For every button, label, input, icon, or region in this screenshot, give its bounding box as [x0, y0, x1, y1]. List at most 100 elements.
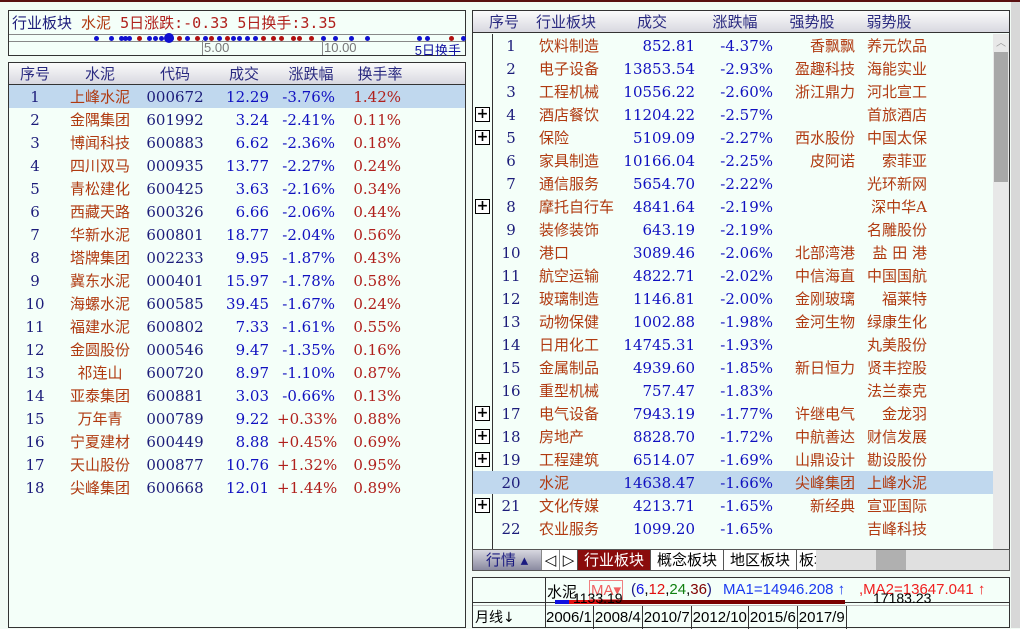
scrollbar-thumb[interactable]	[994, 52, 1008, 182]
column-header[interactable]: 强势股	[773, 11, 851, 32]
table-row[interactable]: 1 上峰水泥 000672 12.29 -3.76% 1.42%	[9, 85, 465, 108]
strong-stock[interactable]: 尖峰集团	[777, 472, 855, 493]
table-row[interactable]: 17 电气设备 7943.19 -1.77% 许继电气 金龙羽	[473, 402, 993, 425]
scroll-up-icon[interactable]: ︿	[993, 34, 1009, 49]
column-header[interactable]: 行业板块	[525, 11, 607, 32]
strong-stock[interactable]: 北部湾港	[777, 242, 855, 263]
table-row[interactable]: 12 金圆股份 000546 9.47 -1.35% 0.16%	[9, 338, 465, 361]
weak-stock[interactable]: 勘设股份	[855, 449, 931, 470]
table-row[interactable]: 15 万年青 000789 9.22 +0.33% 0.88%	[9, 407, 465, 430]
weak-stock[interactable]: 养元饮品	[855, 35, 931, 56]
table-row[interactable]: 3 工程机械 10556.22 -2.60% 浙江鼎力 河北宣工	[473, 80, 993, 103]
horizontal-scrollbar[interactable]	[816, 550, 1009, 570]
tab-sector-more[interactable]: 板块	[796, 550, 817, 570]
tab-prev-button[interactable]: ◁	[541, 550, 559, 570]
table-row[interactable]: 19 工程建筑 6514.07 -1.69% 山鼎设计 勘设股份	[473, 448, 993, 471]
table-row[interactable]: 14 亚泰集团 600881 3.03 -0.66% 0.13%	[9, 384, 465, 407]
strong-stock[interactable]: 西水股份	[777, 127, 855, 148]
table-row[interactable]: 4 酒店餐饮 11204.22 -2.57% 首旅酒店	[473, 103, 993, 126]
table-row[interactable]: 10 港口 3089.46 -2.06% 北部湾港盐 田 港	[473, 241, 993, 264]
table-row[interactable]: 11 福建水泥 600802 7.33 -1.61% 0.55%	[9, 315, 465, 338]
column-header[interactable]: 代码	[139, 63, 211, 84]
weak-stock[interactable]: 光环新网	[855, 173, 931, 194]
weak-stock[interactable]: 中国太保	[855, 127, 931, 148]
table-row[interactable]: 21 文化传媒 4213.71 -1.65% 新经典 宣亚国际	[473, 494, 993, 517]
table-row[interactable]: 13 动物保健 1002.88 -1.98% 金河生物 绿康生化	[473, 310, 993, 333]
strong-stock[interactable]: 新日恒力	[777, 357, 855, 378]
table-row[interactable]: 8 塔牌集团 002233 9.95 -1.87% 0.43%	[9, 246, 465, 269]
weak-stock[interactable]: 河北宣工	[855, 81, 931, 102]
table-row[interactable]: 17 天山股份 000877 10.76 +1.32% 0.95%	[9, 453, 465, 476]
table-row[interactable]: 7 华新水泥 600801 18.77 -2.04% 0.56%	[9, 223, 465, 246]
table-row[interactable]: 6 家具制造 10166.04 -2.25% 皮阿诺 索菲亚	[473, 149, 993, 172]
strong-stock[interactable]: 山鼎设计	[777, 449, 855, 470]
weak-stock[interactable]: 吉峰科技	[855, 518, 931, 539]
scrollbar-thumb[interactable]	[876, 550, 907, 570]
table-row[interactable]: 16 宁夏建材 600449 8.88 +0.45% 0.69%	[9, 430, 465, 453]
table-row[interactable]: 22 农业服务 1099.20 -1.65% 吉峰科技	[473, 517, 993, 540]
weak-stock[interactable]: 法兰泰克	[855, 380, 931, 401]
table-row[interactable]: 1 饮料制造 852.81 -4.37% 香飘飘 养元饮品	[473, 34, 993, 57]
table-row[interactable]: 11 航空运输 4822.71 -2.02% 中信海直 中国国航	[473, 264, 993, 287]
weak-stock[interactable]: 中国国航	[855, 265, 931, 286]
table-row[interactable]: 2 电子设备 13853.54 -2.93% 盈趣科技 海能实业	[473, 57, 993, 80]
table-row[interactable]: 9 装修装饰 643.19 -2.19% 名雕股份	[473, 218, 993, 241]
strong-stock[interactable]: 许继电气	[777, 403, 855, 424]
strong-stock[interactable]: 香飘飘	[777, 35, 855, 56]
weak-stock[interactable]: 首旅酒店	[855, 104, 931, 125]
table-row[interactable]: 10 海螺水泥 600585 39.45 -1.67% 0.24%	[9, 292, 465, 315]
quote-menu-button[interactable]: 行情 ▴	[473, 550, 541, 570]
weak-stock[interactable]: 宣亚国际	[855, 495, 931, 516]
weak-stock[interactable]: 财信发展	[855, 426, 931, 447]
table-row[interactable]: 4 四川双马 000935 13.77 -2.27% 0.24%	[9, 154, 465, 177]
weak-stock[interactable]: 福莱特	[855, 288, 931, 309]
tab-next-button[interactable]: ▷	[559, 550, 577, 570]
weak-stock[interactable]: 贤丰控股	[855, 357, 931, 378]
column-header[interactable]: 序号	[473, 11, 525, 32]
strong-stock[interactable]: 盈趣科技	[777, 58, 855, 79]
strong-stock[interactable]: 金河生物	[777, 311, 855, 332]
column-header[interactable]: 水泥	[61, 63, 139, 84]
weak-stock[interactable]: 金龙羽	[855, 403, 931, 424]
weak-stock[interactable]: 上峰水泥	[855, 472, 931, 493]
column-header[interactable]: 弱势股	[851, 11, 927, 32]
tab-concept-sector[interactable]: 概念板块	[650, 550, 724, 570]
weak-stock[interactable]: 海能实业	[855, 58, 931, 79]
column-header[interactable]: 序号	[9, 63, 61, 84]
strong-stock[interactable]: 金刚玻璃	[777, 288, 855, 309]
table-row[interactable]: 15 金属制品 4939.60 -1.85% 新日恒力 贤丰控股	[473, 356, 993, 379]
column-header[interactable]: 涨跌幅	[277, 63, 345, 84]
weak-stock[interactable]: 深中华A	[855, 196, 931, 217]
strong-stock[interactable]: 中信海直	[777, 265, 855, 286]
table-row[interactable]: 14 日用化工 14745.31 -1.93% 丸美股份	[473, 333, 993, 356]
table-row[interactable]: 18 尖峰集团 600668 12.01 +1.44% 0.89%	[9, 476, 465, 499]
strong-stock[interactable]: 新经典	[777, 495, 855, 516]
column-header[interactable]: 涨跌幅	[697, 11, 773, 32]
table-row[interactable]: 18 房地产 8828.70 -1.72% 中航善达 财信发展	[473, 425, 993, 448]
tab-region-sector[interactable]: 地区板块	[723, 550, 797, 570]
tab-industry-sector[interactable]: 行业板块	[577, 550, 651, 570]
weak-stock[interactable]: 索菲亚	[855, 150, 931, 171]
table-row[interactable]: 7 通信服务 5654.70 -2.22% 光环新网	[473, 172, 993, 195]
table-row[interactable]: 12 玻璃制造 1146.81 -2.00% 金刚玻璃 福莱特	[473, 287, 993, 310]
weak-stock[interactable]: 丸美股份	[855, 334, 931, 355]
column-header[interactable]: 成交	[607, 11, 697, 32]
table-row[interactable]: 6 西藏天路 600326 6.66 -2.06% 0.44%	[9, 200, 465, 223]
table-row[interactable]: 5 青松建化 600425 3.63 -2.16% 0.34%	[9, 177, 465, 200]
vertical-scrollbar[interactable]: ︿	[993, 34, 1009, 549]
weak-stock[interactable]: 名雕股份	[855, 219, 931, 240]
strong-stock[interactable]: 中航善达	[777, 426, 855, 447]
table-row[interactable]: 13 祁连山 600720 8.97 -1.10% 0.87%	[9, 361, 465, 384]
table-row[interactable]: 20 水泥 14638.47 -1.66% 尖峰集团 上峰水泥	[473, 471, 993, 494]
weak-stock[interactable]: 绿康生化	[855, 311, 931, 332]
table-row[interactable]: 8 摩托自行车 4841.64 -2.19% 深中华A	[473, 195, 993, 218]
table-row[interactable]: 9 冀东水泥 000401 15.97 -1.78% 0.58%	[9, 269, 465, 292]
strong-stock[interactable]: 浙江鼎力	[777, 81, 855, 102]
weak-stock[interactable]: 盐 田 港	[855, 242, 931, 263]
table-row[interactable]: 16 重型机械 757.47 -1.83% 法兰泰克	[473, 379, 993, 402]
period-select[interactable]: 月线↓	[475, 607, 515, 627]
strong-stock[interactable]: 皮阿诺	[777, 150, 855, 171]
column-header[interactable]: 换手率	[345, 63, 415, 84]
column-header[interactable]: 成交	[211, 63, 277, 84]
table-row[interactable]: 5 保险 5109.09 -2.27% 西水股份 中国太保	[473, 126, 993, 149]
